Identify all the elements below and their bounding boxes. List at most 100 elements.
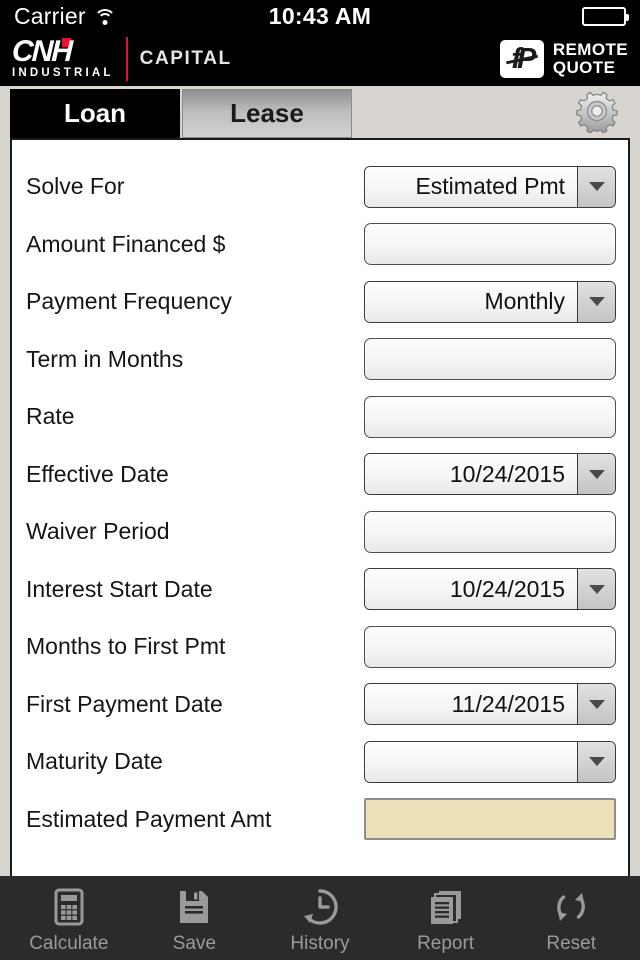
label-effective-date: Effective Date (26, 460, 169, 487)
label-interest-start-date: Interest Start Date (26, 575, 213, 602)
fp-logo-icon: fP (499, 40, 544, 78)
input-term-in-months[interactable] (364, 338, 616, 381)
carrier-label: Carrier (14, 2, 86, 29)
capital-label: CAPITAL (139, 48, 232, 69)
label-term-in-months: Term in Months (26, 345, 184, 372)
dropdown-effective-date[interactable]: 10/24/2015 (364, 453, 616, 496)
form-row-first-payment-date: First Payment Date 11/24/2015 (12, 676, 628, 734)
cnh-logo-letters: CNH (11, 34, 72, 68)
dropdown-value-maturity-date (365, 741, 577, 782)
label-amount-financed: Amount Financed $ (26, 230, 226, 257)
control-wrap-months-to-first-pmt (364, 625, 616, 668)
label-waiver-period: Waiver Period (26, 518, 170, 545)
dropdown-value-first-payment-date: 11/24/2015 (365, 684, 577, 725)
label-payment-frequency: Payment Frequency (26, 288, 232, 315)
documents-icon (426, 886, 466, 928)
chevron-down-icon[interactable] (577, 569, 615, 610)
bottom-toolbar: Calculate Save History Report Reset (0, 876, 640, 960)
chevron-down-icon[interactable] (577, 166, 615, 207)
dropdown-interest-start-date[interactable]: 10/24/2015 (364, 568, 616, 611)
form-row-effective-date: Effective Date 10/24/2015 (12, 446, 628, 504)
control-wrap-first-payment-date: 11/24/2015 (364, 683, 616, 726)
control-wrap-term-in-months (364, 338, 616, 381)
form-row-months-to-first-pmt: Months to First Pmt (12, 618, 628, 676)
clock-history-icon (300, 886, 340, 928)
form-row-maturity-date: Maturity Date (12, 733, 628, 791)
toolbar-button-history[interactable]: History (260, 886, 380, 955)
dropdown-first-payment-date[interactable]: 11/24/2015 (364, 683, 616, 726)
label-months-to-first-pmt: Months to First Pmt (26, 633, 226, 660)
chevron-down-icon[interactable] (577, 684, 615, 725)
toolbar-label-save: Save (172, 932, 217, 954)
result-field-estimated-payment-amt (364, 798, 616, 841)
floppy-disk-icon (174, 886, 214, 928)
toolbar-button-save[interactable]: Save (134, 886, 254, 955)
label-estimated-payment-amt: Estimated Payment Amt (26, 805, 272, 832)
control-wrap-solve-for: Estimated Pmt (364, 165, 616, 208)
toolbar-button-calculate[interactable]: Calculate (9, 886, 129, 955)
tab-bar: Loan Lease (0, 86, 640, 138)
settings-button[interactable] (572, 88, 622, 134)
dropdown-value-payment-frequency: Monthly (365, 281, 577, 322)
app-name-line1: REMOTE (552, 40, 628, 59)
remote-quote-branding: fP REMOTE QUOTE (499, 40, 628, 78)
control-wrap-waiver-period (364, 510, 616, 553)
input-rate[interactable] (364, 395, 616, 438)
app-screen: Carrier 10:43 AM CNH INDUSTRIAL CAPITAL (0, 0, 640, 960)
tab-loan[interactable]: Loan (10, 89, 180, 138)
dropdown-payment-frequency[interactable]: Monthly (364, 280, 616, 323)
app-header: CNH INDUSTRIAL CAPITAL fP REMOTE QUOTE (0, 32, 640, 86)
label-first-payment-date: First Payment Date (26, 690, 223, 717)
control-wrap-maturity-date (364, 740, 616, 783)
cnh-logo-subtitle: INDUSTRIAL (12, 66, 114, 79)
form-row-solve-for: Solve For Estimated Pmt (12, 158, 628, 216)
chevron-down-icon[interactable] (577, 281, 615, 322)
app-name-line2: QUOTE (552, 58, 616, 77)
dropdown-value-interest-start-date: 10/24/2015 (365, 569, 577, 610)
chevron-down-icon[interactable] (577, 454, 615, 495)
dropdown-value-solve-for: Estimated Pmt (365, 166, 577, 207)
form-row-estimated-payment-amt: Estimated Payment Amt (12, 791, 628, 849)
refresh-icon (551, 886, 591, 928)
tab-lease[interactable]: Lease (182, 89, 352, 138)
input-waiver-period[interactable] (364, 510, 616, 553)
status-bar: Carrier 10:43 AM (0, 0, 640, 32)
label-solve-for: Solve For (26, 173, 125, 200)
gear-icon (576, 91, 618, 133)
toolbar-label-report: Report (417, 932, 475, 954)
form-row-waiver-period: Waiver Period (12, 503, 628, 561)
calculator-icon (49, 886, 89, 928)
toolbar-label-reset: Reset (546, 932, 596, 954)
control-wrap-interest-start-date: 10/24/2015 (364, 568, 616, 611)
dropdown-maturity-date[interactable] (364, 740, 616, 783)
wifi-icon (93, 8, 116, 25)
label-maturity-date: Maturity Date (26, 748, 163, 775)
dropdown-solve-for[interactable]: Estimated Pmt (364, 165, 616, 208)
control-wrap-payment-frequency: Monthly (364, 280, 616, 323)
toolbar-button-report[interactable]: Report (386, 886, 506, 955)
chevron-down-icon[interactable] (577, 741, 615, 782)
status-right (582, 6, 629, 26)
cnh-capital-logo: CNH INDUSTRIAL CAPITAL (11, 34, 232, 81)
cnh-industrial-logo: CNH INDUSTRIAL (11, 34, 114, 81)
quote-form-panel: Solve For Estimated Pmt Amount Financed $ P… (10, 138, 630, 876)
form-row-amount-financed: Amount Financed $ (12, 216, 628, 274)
control-wrap-amount-financed (364, 223, 616, 266)
battery-full-icon (582, 6, 629, 26)
form-row-payment-frequency: Payment Frequency Monthly (12, 273, 628, 331)
app-name: REMOTE QUOTE (553, 41, 628, 77)
logo-divider (125, 37, 128, 81)
control-wrap-effective-date: 10/24/2015 (364, 453, 616, 496)
control-wrap-rate (364, 395, 616, 438)
form-row-term-in-months: Term in Months (12, 331, 628, 389)
form-row-interest-start-date: Interest Start Date 10/24/2015 (12, 561, 628, 619)
toolbar-button-reset[interactable]: Reset (511, 886, 631, 955)
input-months-to-first-pmt[interactable] (364, 625, 616, 668)
toolbar-label-calculate: Calculate (29, 932, 109, 954)
control-wrap-estimated-payment-amt (364, 798, 616, 841)
status-left: Carrier (14, 3, 116, 30)
dropdown-value-effective-date: 10/24/2015 (365, 454, 577, 495)
form-row-rate: Rate (12, 388, 628, 446)
input-amount-financed[interactable] (364, 223, 616, 266)
label-rate: Rate (26, 403, 75, 430)
